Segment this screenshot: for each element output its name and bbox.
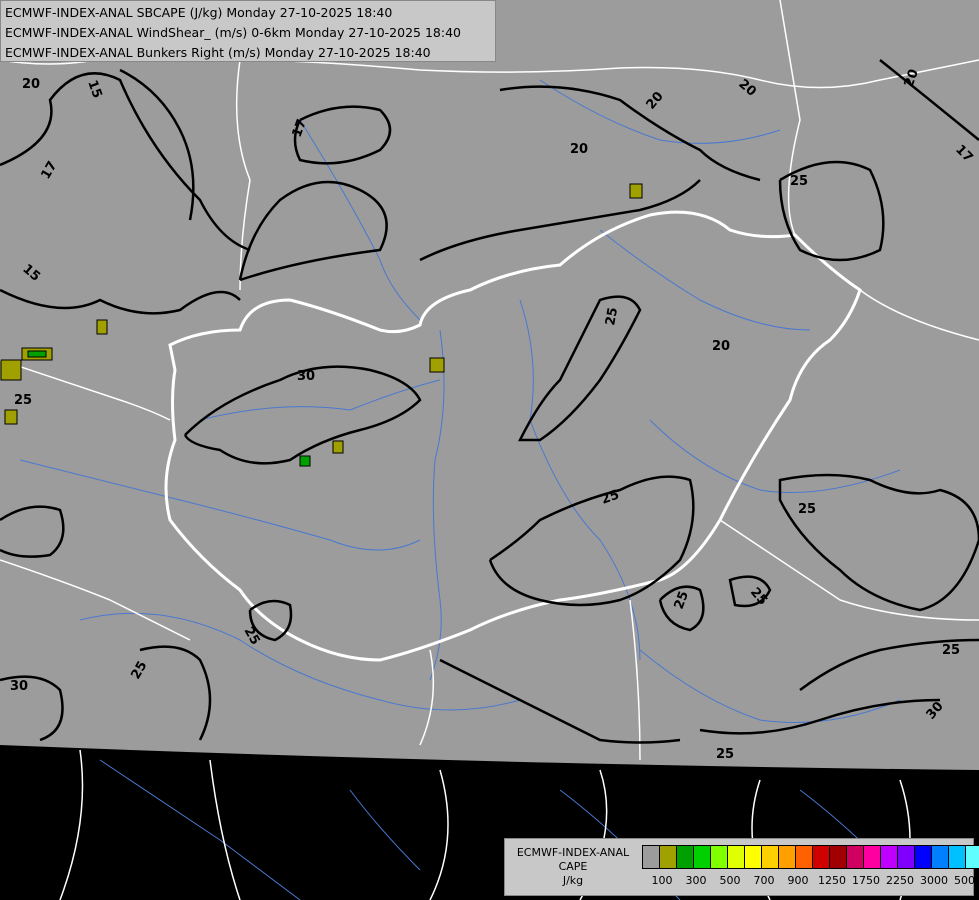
contour-label: 25 <box>942 643 960 658</box>
cape-patch <box>0 359 22 381</box>
contour-label: 25 <box>716 747 734 762</box>
legend-tick-label: 900 <box>787 874 809 887</box>
legend-swatch <box>932 846 949 868</box>
legend-tick-label: 2250 <box>886 874 914 887</box>
legend-tick-label: 700 <box>753 874 775 887</box>
legend-tick-label: 5000 <box>954 874 979 887</box>
legend-title-line: J/kg <box>562 874 584 887</box>
legend-swatch <box>796 846 813 868</box>
cape-patch <box>299 455 311 467</box>
legend-swatch <box>643 846 660 868</box>
header-line-windshear: ECMWF-INDEX-ANAL WindShear_ (m/s) 0-6km … <box>5 25 461 40</box>
legend-swatch <box>779 846 796 868</box>
legend-swatch <box>762 846 779 868</box>
header-line-sbcape: ECMWF-INDEX-ANAL SBCAPE (J/kg) Monday 27… <box>5 5 393 20</box>
cape-patch <box>4 409 18 425</box>
contour-label: 25 <box>14 393 32 408</box>
cape-patch <box>27 350 47 358</box>
legend-tick-label: 3000 <box>920 874 948 887</box>
legend-tick-label: 1750 <box>852 874 880 887</box>
legend-title-line: CAPE <box>558 860 588 873</box>
legend-swatch <box>847 846 864 868</box>
legend-swatch <box>898 846 915 868</box>
weather-map: 20 15 17 20 20 20 20 17 17 25 15 25 20 3… <box>0 0 979 900</box>
legend-swatch <box>915 846 932 868</box>
legend-swatch <box>949 846 966 868</box>
legend-swatch <box>694 846 711 868</box>
legend-title: ECMWF-INDEX-ANAL CAPE J/kg <box>509 846 637 888</box>
legend-tick-label: 300 <box>685 874 707 887</box>
shaded-data-area <box>0 0 979 770</box>
legend-tick-label: 100 <box>651 874 673 887</box>
legend-swatch <box>864 846 881 868</box>
contour-label: 25 <box>790 174 808 189</box>
cape-patch <box>96 319 108 335</box>
legend-swatch <box>728 846 745 868</box>
legend-tick-label: 500 <box>719 874 741 887</box>
legend-swatch <box>830 846 847 868</box>
legend-swatch <box>660 846 677 868</box>
legend-color-scale <box>642 845 979 869</box>
legend-tick-label: 1250 <box>818 874 846 887</box>
contour-label: 25 <box>798 502 816 517</box>
contour-label: 30 <box>297 369 315 384</box>
contour-label: 20 <box>570 142 588 157</box>
legend-title-line: ECMWF-INDEX-ANAL <box>516 846 630 859</box>
contour-label: 25 <box>603 306 621 326</box>
legend-swatch <box>677 846 694 868</box>
header-line-bunkers: ECMWF-INDEX-ANAL Bunkers Right (m/s) Mon… <box>5 45 431 60</box>
legend-swatch <box>966 846 979 868</box>
legend-swatch <box>813 846 830 868</box>
cape-patch <box>429 357 445 373</box>
legend-tick-labels: 100 300 500 700 900 1250 1750 2250 3000 5000 <box>642 874 979 888</box>
contour-label: 20 <box>22 77 40 92</box>
cape-legend: ECMWF-INDEX-ANAL CAPE J/kg 100 300 500 700 9… <box>504 838 979 896</box>
contour-label: 20 <box>712 339 730 354</box>
map-header: ECMWF-INDEX-ANAL SBCAPE (J/kg) Monday 27… <box>0 0 496 62</box>
cape-patch <box>332 440 344 454</box>
legend-swatch <box>745 846 762 868</box>
legend-swatch <box>711 846 728 868</box>
cape-patch <box>629 183 643 199</box>
legend-swatch <box>881 846 898 868</box>
contour-label: 30 <box>10 679 28 694</box>
